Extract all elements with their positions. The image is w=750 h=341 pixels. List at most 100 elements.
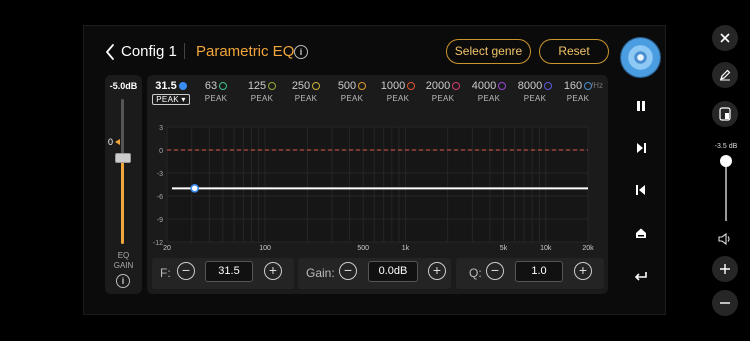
- band-125[interactable]: 125 PEAK: [237, 80, 287, 103]
- band-frequency-label: 8000: [517, 80, 543, 92]
- x-tick-label: 20: [163, 245, 171, 252]
- y-tick-label: -6: [157, 194, 163, 201]
- band-filter-type: PEAK: [294, 94, 318, 103]
- band-filter-type[interactable]: PEAK ▾: [152, 94, 190, 105]
- info-icon[interactable]: i: [294, 45, 308, 59]
- minus-icon[interactable]: [712, 290, 738, 316]
- band-frequency: 125: [247, 80, 277, 92]
- y-tick-label: 0: [159, 148, 163, 155]
- band-frequency-label: 63: [204, 80, 218, 92]
- eq-gain-label-line2: GAIN: [113, 261, 134, 270]
- eq-gain-zero-marker: 0: [108, 137, 114, 147]
- band-250[interactable]: 250 PEAK: [281, 80, 331, 103]
- band-frequency: 4000: [471, 80, 507, 92]
- gain-label: Gain:: [306, 266, 335, 280]
- x-tick-label: 500: [357, 245, 369, 252]
- band-frequency: 2000: [426, 80, 461, 92]
- frequency-input[interactable]: 31.5: [205, 261, 253, 282]
- back-chevron-icon[interactable]: [103, 42, 119, 62]
- band-2000[interactable]: 2000 PEAK: [418, 80, 468, 103]
- q-label: Q:: [469, 266, 482, 280]
- gain-plus-button[interactable]: +: [428, 262, 446, 280]
- band-filter-type: PEAK: [431, 94, 455, 103]
- band-frequency-label: 125: [247, 80, 267, 92]
- band-color-dot-icon: [268, 82, 277, 90]
- eq-gain-slider-handle[interactable]: [115, 153, 131, 163]
- disc-icon[interactable]: [621, 38, 660, 77]
- band-frequency-label: 1000: [380, 80, 406, 92]
- pause-icon[interactable]: [630, 95, 652, 117]
- band-filter-type: PEAK: [477, 94, 501, 103]
- band-color-dot-icon: [178, 82, 187, 90]
- band-31.5[interactable]: 31.5 PEAK ▾: [146, 80, 196, 105]
- select-genre-button[interactable]: Select genre: [446, 39, 531, 64]
- return-icon[interactable]: [630, 265, 652, 287]
- band-color-dot-icon: [219, 82, 228, 90]
- band-500[interactable]: 500 PEAK: [327, 80, 377, 103]
- config-label: Config 1: [121, 43, 177, 60]
- band-frequency-label: 4000: [471, 80, 497, 92]
- band-color-dot-icon: [358, 82, 367, 90]
- y-tick-label: 3: [159, 125, 163, 132]
- zero-pointer-icon: [115, 139, 120, 145]
- x-tick-label: 5k: [500, 245, 508, 252]
- page-title: Parametric EQ: [196, 43, 295, 60]
- band-frequency: 160: [563, 80, 593, 92]
- eq-gain-info-icon[interactable]: i: [116, 274, 130, 288]
- band-filter-type: PEAK: [340, 94, 364, 103]
- gain-minus-button[interactable]: −: [339, 262, 357, 280]
- band-4000[interactable]: 4000 PEAK: [464, 80, 514, 103]
- volume-slider-handle[interactable]: [720, 155, 732, 167]
- eq-gain-value: -5.0dB: [109, 81, 138, 91]
- band-frequency: 63: [204, 80, 228, 92]
- band-color-dot-icon: [498, 82, 507, 90]
- screenshot-icon[interactable]: [712, 101, 738, 127]
- band-frequency: 250: [291, 80, 321, 92]
- band-color-dot-icon: [407, 82, 416, 90]
- q-input[interactable]: 1.0: [515, 261, 563, 282]
- volume-label: -3.5 dB: [714, 143, 738, 150]
- skip-previous-icon[interactable]: [630, 179, 652, 201]
- gain-input[interactable]: 0.0dB: [368, 261, 418, 282]
- frequency-label: F:: [160, 266, 171, 280]
- eq-gain-label-line1: EQ: [117, 251, 130, 260]
- frequency-minus-button[interactable]: −: [177, 262, 195, 280]
- band-filter-type: PEAK: [250, 94, 274, 103]
- q-plus-button[interactable]: +: [574, 262, 592, 280]
- eq-gain-label: EQ GAIN: [105, 251, 142, 271]
- frequency-plus-button[interactable]: +: [264, 262, 282, 280]
- band-frequency: 1000: [380, 80, 416, 92]
- band-63[interactable]: 63 PEAK: [191, 80, 241, 103]
- band-filter-type: PEAK: [204, 94, 228, 103]
- band-frequency-label: 160: [563, 80, 583, 92]
- band-frequency-label: 500: [337, 80, 357, 92]
- x-tick-label: 20k: [582, 245, 594, 252]
- eq-response-graph[interactable]: 3 0 -3 -6 -9 -1220 100 500 1k 5k 10k 20k: [147, 118, 608, 254]
- band-frequency-label: 31.5: [155, 80, 177, 92]
- y-tick-label: -3: [157, 171, 163, 178]
- band-color-dot-icon: [544, 82, 553, 90]
- x-tick-label: 1k: [402, 245, 410, 252]
- band-control-point: [190, 184, 199, 193]
- volume-slider-track[interactable]: [725, 160, 727, 221]
- q-minus-button[interactable]: −: [486, 262, 504, 280]
- close-icon[interactable]: [712, 25, 738, 51]
- band-color-dot-icon: [312, 82, 321, 90]
- plus-icon[interactable]: [712, 256, 738, 282]
- title-divider: [184, 43, 185, 59]
- volume-icon[interactable]: [712, 226, 738, 252]
- pencil-icon[interactable]: [712, 62, 738, 88]
- reset-button[interactable]: Reset: [539, 39, 609, 64]
- band-filter-type: PEAK: [386, 94, 410, 103]
- band-1000[interactable]: 1000 PEAK: [373, 80, 423, 103]
- band-frequency-label: 250: [291, 80, 311, 92]
- x-tick-label: 100: [259, 245, 271, 252]
- band-filter-type: PEAK: [566, 94, 590, 103]
- band-frequency: 31.5: [155, 80, 187, 92]
- y-tick-label: -12: [153, 240, 163, 247]
- skip-next-icon[interactable]: [630, 137, 652, 159]
- home-icon[interactable]: [630, 222, 652, 244]
- band-frequency: 500: [337, 80, 367, 92]
- eq-gain-fill: [121, 159, 124, 244]
- hz-unit-label: /Hz: [591, 81, 603, 90]
